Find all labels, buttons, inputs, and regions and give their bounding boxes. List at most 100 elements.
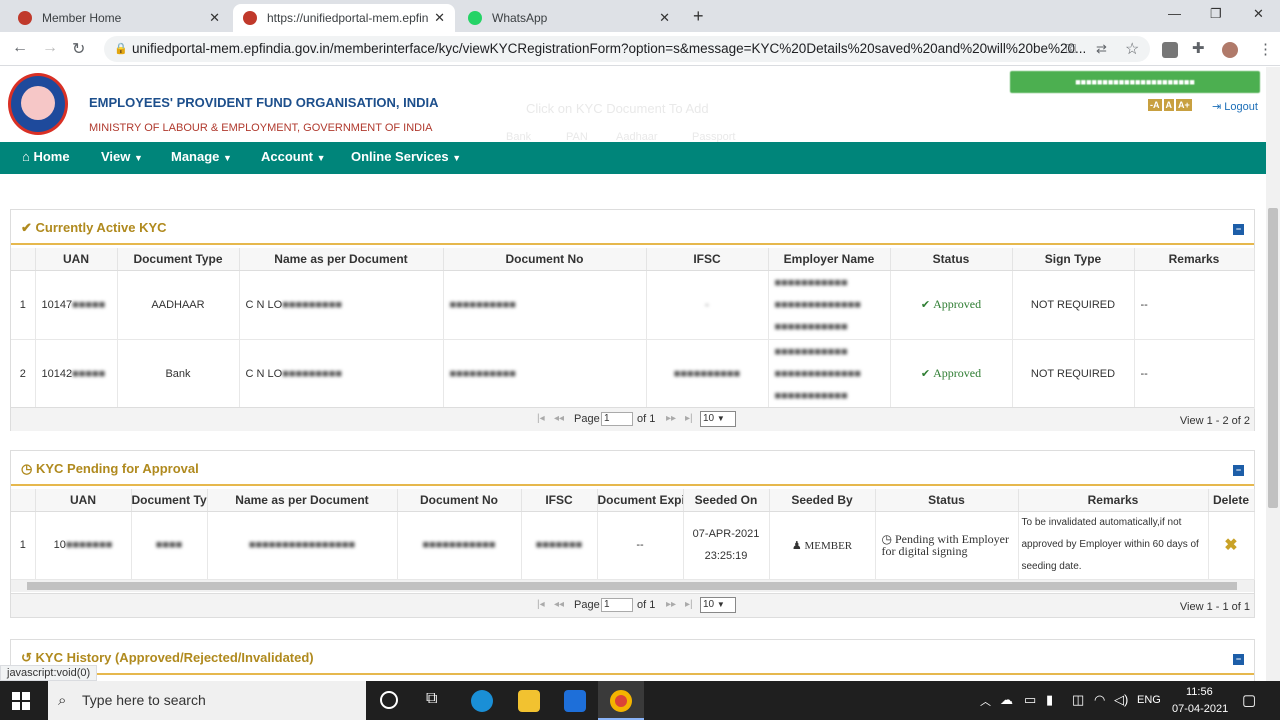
- logout-link[interactable]: ⇥ Logout: [1212, 100, 1258, 113]
- uan-value: 10142: [41, 367, 73, 380]
- font-decrease-button[interactable]: -A: [1148, 99, 1162, 111]
- column-header[interactable]: UAN: [35, 248, 118, 271]
- profile-avatar-icon[interactable]: [1222, 42, 1238, 58]
- nav-online-services[interactable]: Online Services ▼: [351, 142, 461, 174]
- history-kyc-title: KYC History (Approved/Rejected/Invalidat…: [35, 650, 314, 665]
- close-icon[interactable]: ✕: [659, 10, 670, 26]
- column-header[interactable]: Sign Type: [1012, 248, 1135, 271]
- column-header[interactable]: Name as per Document: [239, 248, 444, 271]
- tab-whatsapp[interactable]: WhatsApp ✕: [458, 4, 680, 32]
- column-header[interactable]: Status: [890, 248, 1013, 271]
- column-header[interactable]: Document No: [443, 248, 647, 271]
- last-page-icon[interactable]: ▸|: [685, 599, 693, 610]
- meet-icon[interactable]: ▭: [1024, 692, 1036, 708]
- cloud-icon[interactable]: ☁: [1000, 692, 1013, 708]
- volume-icon[interactable]: ◁): [1114, 692, 1128, 708]
- nav-view[interactable]: View ▼: [101, 142, 143, 174]
- chrome-taskbar-button[interactable]: [598, 681, 644, 720]
- url-field[interactable]: 🔒 unifiedportal-mem.epfindia.gov.in/memb…: [104, 36, 1150, 62]
- table-row[interactable]: 1 10147■■■■■ AADHAAR C N LO■■■■■■■■■ ■■■…: [11, 270, 1255, 340]
- file-explorer-icon[interactable]: [518, 690, 540, 712]
- collapse-icon[interactable]: −: [1233, 465, 1244, 476]
- minimize-icon[interactable]: —: [1168, 6, 1181, 21]
- name-value: C N LO: [245, 367, 283, 380]
- menu-kebab-icon[interactable]: ⋮: [1258, 40, 1273, 58]
- redacted-text: ■■■■■■■■■■: [673, 367, 741, 380]
- puzzle-icon[interactable]: ✚: [1192, 39, 1205, 57]
- next-page-icon[interactable]: ▸▸: [666, 599, 676, 610]
- column-header[interactable]: Seeded On: [683, 489, 770, 512]
- column-header[interactable]: Document No: [397, 489, 522, 512]
- tab-member-home[interactable]: Member Home ✕: [8, 4, 230, 32]
- scrollbar-thumb[interactable]: [27, 582, 1237, 590]
- font-normal-button[interactable]: A: [1163, 99, 1174, 111]
- page-number-input[interactable]: 1: [601, 412, 633, 426]
- show-hidden-icons[interactable]: ︿: [980, 693, 991, 709]
- taskbar-search-box[interactable]: ⌕ Type here to search: [48, 681, 366, 720]
- redacted-text: ■■■■■■■■■■■ ■■■■■■■■■■■■■ ■■■■■■■■■■■: [774, 345, 861, 402]
- pending-kyc-pager: |◂ ◂◂ Page 1 of 1 ▸▸ ▸| 10 ▼ View 1 - 1 …: [11, 593, 1254, 617]
- column-header[interactable]: Employer Name: [768, 248, 891, 271]
- language-indicator[interactable]: ENG: [1137, 694, 1161, 706]
- close-icon[interactable]: ✕: [209, 10, 220, 26]
- column-header[interactable]: IFSC: [521, 489, 598, 512]
- column-header[interactable]: Document Ty: [131, 489, 208, 512]
- maximize-icon[interactable]: ❐: [1210, 6, 1222, 22]
- nav-manage[interactable]: Manage ▼: [171, 142, 232, 174]
- page-number-input[interactable]: 1: [601, 598, 633, 612]
- collapse-icon[interactable]: −: [1233, 654, 1244, 665]
- edge-icon[interactable]: [471, 690, 493, 712]
- window-close-icon[interactable]: ✕: [1253, 6, 1264, 22]
- clock-date[interactable]: 07-04-2021: [1172, 703, 1228, 715]
- column-header[interactable]: Seeded By: [769, 489, 876, 512]
- nav-account[interactable]: Account ▼: [261, 142, 326, 174]
- prev-page-icon[interactable]: ◂◂: [554, 413, 564, 424]
- column-header[interactable]: Document Type: [117, 248, 240, 271]
- font-increase-button[interactable]: A+: [1176, 99, 1192, 111]
- bookmark-star-icon[interactable]: ☆: [1125, 39, 1139, 59]
- extension-icon[interactable]: [1162, 42, 1178, 58]
- lock-icon: 🔒: [114, 43, 128, 55]
- new-tab-icon[interactable]: +: [693, 6, 704, 27]
- camera-icon[interactable]: ◫: [1072, 692, 1084, 708]
- table-row[interactable]: 1 10■■■■■■■ ■■■■ ■■■■■■■■■■■■■■■■ ■■■■■■…: [11, 511, 1255, 580]
- column-header[interactable]: IFSC: [646, 248, 769, 271]
- windows-start-icon[interactable]: [12, 692, 30, 710]
- table-row[interactable]: 2 10142■■■■■ Bank C N LO■■■■■■■■■ ■■■■■■…: [11, 339, 1255, 409]
- clock-time[interactable]: 11:56: [1186, 686, 1213, 698]
- battery-icon[interactable]: ▮: [1046, 692, 1053, 708]
- mail-icon[interactable]: [564, 690, 586, 712]
- collapse-icon[interactable]: −: [1233, 224, 1244, 235]
- rows-per-page-select[interactable]: 10 ▼: [700, 411, 736, 427]
- column-header[interactable]: Document Expi: [597, 489, 684, 512]
- translate-icon[interactable]: ⇄: [1096, 41, 1107, 57]
- prev-page-icon[interactable]: ◂◂: [554, 599, 564, 610]
- next-page-icon[interactable]: ▸▸: [666, 413, 676, 424]
- scrollbar-thumb[interactable]: [1268, 208, 1278, 508]
- delete-icon[interactable]: ✖: [1224, 537, 1237, 554]
- column-header[interactable]: Status: [875, 489, 1019, 512]
- tab-kyc-page[interactable]: https://unifiedportal-mem.epfindi ✕: [233, 4, 455, 32]
- horizontal-scrollbar[interactable]: [11, 580, 1254, 592]
- nav-home[interactable]: ⌂ Home: [22, 142, 70, 174]
- wifi-icon[interactable]: ◠: [1094, 692, 1105, 708]
- forward-icon[interactable]: →: [42, 39, 58, 57]
- active-kyc-pager: |◂ ◂◂ Page 1 of 1 ▸▸ ▸| 10 ▼ View 1 - 2 …: [11, 407, 1254, 431]
- back-icon[interactable]: ←: [12, 39, 28, 57]
- key-icon[interactable]: ⚿: [1066, 41, 1076, 57]
- first-page-icon[interactable]: |◂: [537, 599, 545, 610]
- column-header[interactable]: Remarks: [1134, 248, 1255, 271]
- cortana-icon[interactable]: [380, 691, 398, 709]
- close-icon[interactable]: ✕: [434, 10, 445, 26]
- column-header[interactable]: Remarks: [1018, 489, 1209, 512]
- column-header[interactable]: Name as per Document: [207, 489, 398, 512]
- rows-per-page-select[interactable]: 10 ▼: [700, 597, 736, 613]
- last-page-icon[interactable]: ▸|: [685, 413, 693, 424]
- notifications-icon[interactable]: ▢: [1242, 691, 1256, 709]
- reload-icon[interactable]: ↻: [72, 39, 85, 59]
- column-header[interactable]: UAN: [35, 489, 132, 512]
- task-view-icon[interactable]: ⧉: [426, 690, 437, 708]
- epfo-logo[interactable]: [8, 73, 68, 135]
- first-page-icon[interactable]: |◂: [537, 413, 545, 424]
- column-header[interactable]: Delete: [1208, 489, 1255, 512]
